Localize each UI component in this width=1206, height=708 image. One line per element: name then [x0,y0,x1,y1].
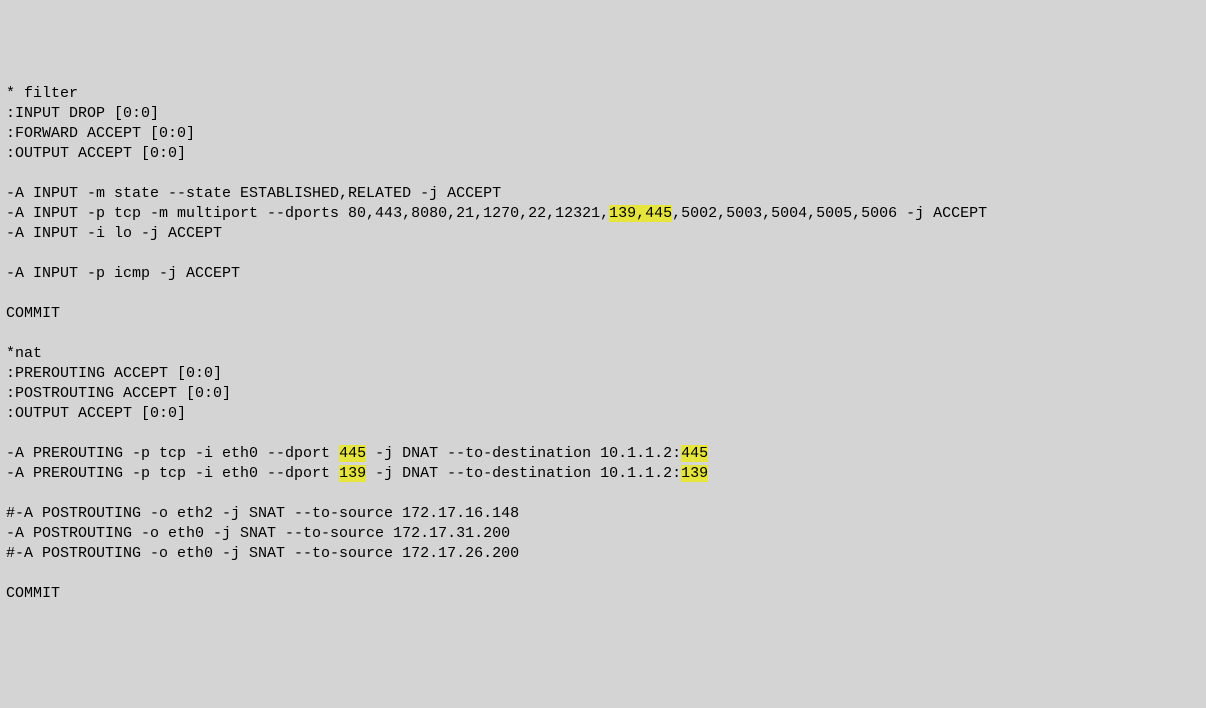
line: :OUTPUT ACCEPT [0:0] [6,405,186,422]
line: * filter [6,85,78,102]
line: #-A POSTROUTING -o eth2 -j SNAT --to-sou… [6,505,519,522]
line: :OUTPUT ACCEPT [0:0] [6,145,186,162]
highlight: 445 [681,445,708,462]
line: -A INPUT -i lo -j ACCEPT [6,225,222,242]
line: -A PREROUTING -p tcp -i eth0 --dport 445… [6,445,708,462]
line: COMMIT [6,305,60,322]
highlight: 139 [681,465,708,482]
highlight: 445 [339,445,366,462]
line: -A PREROUTING -p tcp -i eth0 --dport 139… [6,465,708,482]
highlight: 139,445 [609,205,672,222]
line: -A INPUT -m state --state ESTABLISHED,RE… [6,185,501,202]
highlight: 139 [339,465,366,482]
line: *nat [6,345,42,362]
line: :PREROUTING ACCEPT [0:0] [6,365,222,382]
iptables-config: * filter :INPUT DROP [0:0] :FORWARD ACCE… [6,84,1200,604]
line: :POSTROUTING ACCEPT [0:0] [6,385,231,402]
line: :FORWARD ACCEPT [0:0] [6,125,195,142]
line: COMMIT [6,585,60,602]
line: #-A POSTROUTING -o eth0 -j SNAT --to-sou… [6,545,519,562]
line: :INPUT DROP [0:0] [6,105,159,122]
line: -A INPUT -p tcp -m multiport --dports 80… [6,205,987,222]
line: -A INPUT -p icmp -j ACCEPT [6,265,240,282]
line: -A POSTROUTING -o eth0 -j SNAT --to-sour… [6,525,510,542]
